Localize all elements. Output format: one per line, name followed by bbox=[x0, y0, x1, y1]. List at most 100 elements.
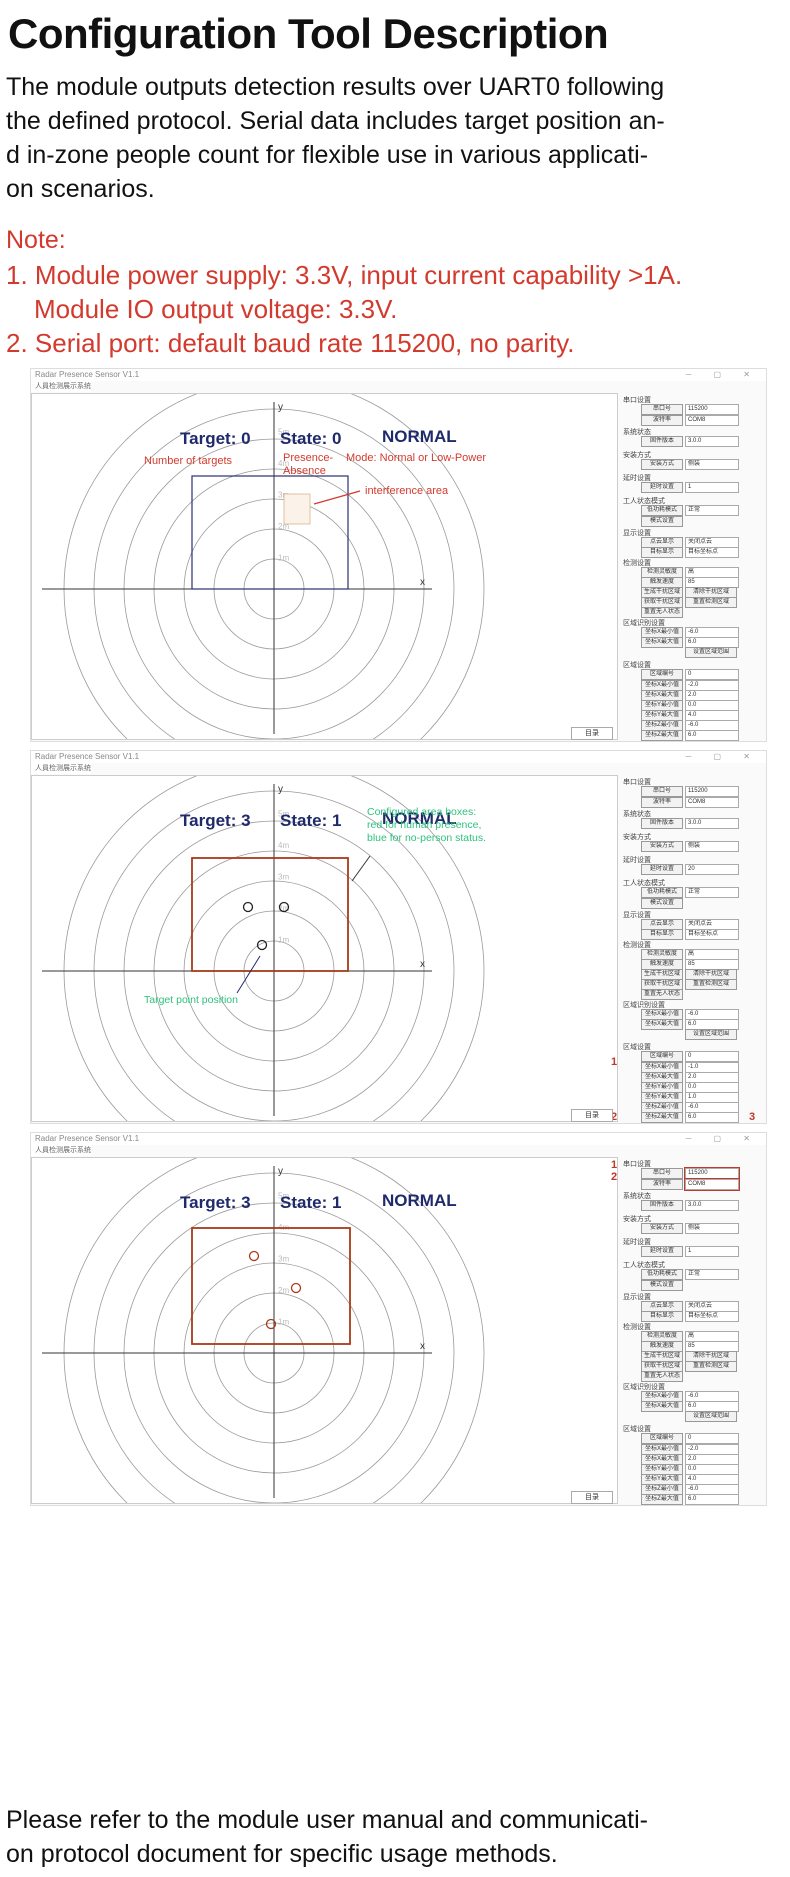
port-select[interactable]: COM8 bbox=[684, 1178, 740, 1191]
reset-detect-button[interactable]: 重置检测区域 bbox=[685, 597, 737, 608]
intro-line: d in-zone people count for flexible use … bbox=[6, 141, 649, 169]
port-select[interactable]: COM8 bbox=[685, 797, 739, 808]
mode-select[interactable]: 正常 bbox=[685, 887, 739, 898]
xmax-button[interactable]: 坐标X最大值 bbox=[641, 637, 683, 648]
window-titlebar: Radar Presence Sensor V1.1 ─ ▢ ✕ bbox=[31, 369, 766, 381]
zone-index-button[interactable]: 区域编号 bbox=[641, 669, 683, 680]
annotation-arrow bbox=[313, 490, 361, 505]
port-label-button[interactable]: 串口号 bbox=[641, 1168, 683, 1179]
outro-line: Please refer to the module user manual a… bbox=[6, 1806, 648, 1834]
target-show-select[interactable]: 目标坐标点 bbox=[685, 1311, 739, 1322]
mode-button[interactable]: 低功耗模式 bbox=[641, 887, 683, 898]
intro-paragraph: The module outputs detection results ove… bbox=[6, 70, 786, 206]
install-button[interactable]: 安装方式 bbox=[641, 459, 683, 470]
delay-input[interactable]: 1 bbox=[685, 1246, 739, 1257]
delay-button[interactable]: 延时设置 bbox=[641, 482, 683, 493]
window-controls[interactable]: ─ ▢ ✕ bbox=[686, 1133, 760, 1145]
zone-coord-button[interactable]: 坐标Z最大值 bbox=[641, 1112, 683, 1123]
target-show-button[interactable]: 目标显示 bbox=[641, 547, 683, 558]
zone-index-select[interactable]: 0 bbox=[685, 669, 739, 680]
intro-line: the defined protocol. Serial data includ… bbox=[6, 107, 665, 135]
delay-button[interactable]: 延时设置 bbox=[641, 864, 683, 875]
mode-select[interactable]: 正常 bbox=[685, 505, 739, 516]
zone-coord-input[interactable]: 6.0 bbox=[685, 1112, 739, 1123]
settings-panel: 串口设置 串口号 115200 波特率 COM8 系统状态 固件版本 3.0.0 安装方式 安装方… bbox=[621, 775, 766, 1123]
baud-select[interactable]: 115200 bbox=[685, 786, 739, 797]
ring-label: 1m bbox=[278, 1318, 289, 1327]
target-show-select[interactable]: 目标坐标点 bbox=[685, 929, 739, 940]
mode-button[interactable]: 低功耗模式 bbox=[641, 1269, 683, 1280]
reset-detect-button[interactable]: 重置检测区域 bbox=[685, 1361, 737, 1372]
mode-label: NORMAL bbox=[382, 427, 457, 446]
baud-select[interactable]: 115200 bbox=[684, 1167, 740, 1180]
menu-button[interactable]: 目录 bbox=[571, 1109, 613, 1122]
delay-button[interactable]: 延时设置 bbox=[641, 1246, 683, 1257]
target-point bbox=[242, 901, 254, 913]
set-zone-range-button[interactable]: 设置区域范围 bbox=[685, 1411, 737, 1422]
target-point bbox=[290, 1282, 302, 1294]
zone-coord-input[interactable]: 6.0 bbox=[685, 730, 739, 741]
reset-detect-button[interactable]: 重置检测区域 bbox=[685, 979, 737, 990]
tab-display[interactable]: 人員检测展示系统 bbox=[31, 1145, 91, 1156]
baud-select[interactable]: 115200 bbox=[685, 404, 739, 415]
reset-no-person-button[interactable]: 重置无人状态 bbox=[641, 1371, 683, 1382]
y-axis-label: y bbox=[278, 1166, 283, 1177]
xmax-button[interactable]: 坐标X最大值 bbox=[641, 1401, 683, 1412]
mode-button[interactable]: 低功耗模式 bbox=[641, 505, 683, 516]
annotation-area-boxes: blue for no-person status. bbox=[367, 832, 486, 844]
install-select[interactable]: 侧装 bbox=[685, 459, 739, 470]
version-button[interactable]: 固件版本 bbox=[641, 1200, 683, 1211]
step-marker: 1 bbox=[611, 1056, 618, 1068]
target-show-button[interactable]: 目标显示 bbox=[641, 1311, 683, 1322]
port-label-button[interactable]: 串口号 bbox=[641, 404, 683, 415]
set-zone-range-button[interactable]: 设置区域范围 bbox=[685, 1029, 737, 1040]
port-label-button[interactable]: 波特率 bbox=[641, 415, 683, 426]
menu-button[interactable]: 目录 bbox=[571, 1491, 613, 1504]
ring-label: 3m bbox=[278, 873, 289, 882]
mode-apply-button[interactable]: 模式设置 bbox=[641, 516, 683, 527]
window-controls[interactable]: ─ ▢ ✕ bbox=[686, 751, 760, 763]
zone-index-button[interactable]: 区域编号 bbox=[641, 1433, 683, 1444]
x-axis-label: x bbox=[420, 1341, 425, 1352]
menu-button[interactable]: 目录 bbox=[571, 727, 613, 740]
install-button[interactable]: 安装方式 bbox=[641, 1223, 683, 1234]
reset-no-person-button[interactable]: 重置无人状态 bbox=[641, 989, 683, 1000]
mode-apply-button[interactable]: 模式设置 bbox=[641, 898, 683, 909]
radar-plot-svg: 1m2m3m4m5mxyTarget: 3 State: 1 NORMALConfi… bbox=[42, 776, 486, 1121]
zone-coord-button[interactable]: 坐标Z最大值 bbox=[641, 1494, 683, 1505]
tab-display[interactable]: 人員检测展示系统 bbox=[31, 381, 91, 392]
state-value: State: 0 bbox=[280, 429, 341, 448]
config-tool-screenshot-2: Radar Presence Sensor V1.1 ─ ▢ ✕ 人員检测展示系… bbox=[30, 750, 767, 1124]
set-zone-range-button[interactable]: 设置区域范围 bbox=[685, 647, 737, 658]
target-show-button[interactable]: 目标显示 bbox=[641, 929, 683, 940]
target-show-select[interactable]: 目标坐标点 bbox=[685, 547, 739, 558]
install-button[interactable]: 安装方式 bbox=[641, 841, 683, 852]
zone-index-select[interactable]: 0 bbox=[685, 1051, 739, 1062]
port-label-button[interactable]: 波特率 bbox=[641, 797, 683, 808]
delay-input[interactable]: 1 bbox=[685, 482, 739, 493]
port-label-button[interactable]: 串口号 bbox=[641, 786, 683, 797]
delay-input[interactable]: 20 bbox=[685, 864, 739, 875]
annotation-area-boxes: Configured area boxes: bbox=[367, 806, 476, 818]
mode-apply-button[interactable]: 模式设置 bbox=[641, 1280, 683, 1291]
zone-index-button[interactable]: 区域编号 bbox=[641, 1051, 683, 1062]
settings-panel: 串口设置 串口号 115200 波特率 COM8 系统状态 固件版本 3.0.0 安装方式 安装方… bbox=[621, 393, 766, 741]
tab-display[interactable]: 人員检测展示系统 bbox=[31, 763, 91, 774]
mode-select[interactable]: 正常 bbox=[685, 1269, 739, 1280]
version-button[interactable]: 固件版本 bbox=[641, 818, 683, 829]
reset-no-person-button[interactable]: 重置无人状态 bbox=[641, 607, 683, 618]
port-label-button[interactable]: 波特率 bbox=[641, 1179, 683, 1190]
xmax-button[interactable]: 坐标X最大值 bbox=[641, 1019, 683, 1030]
install-select[interactable]: 侧装 bbox=[685, 1223, 739, 1234]
zone-index-select[interactable]: 0 bbox=[685, 1433, 739, 1444]
mode-label: NORMAL bbox=[382, 1191, 457, 1210]
port-select[interactable]: COM8 bbox=[685, 415, 739, 426]
y-axis-label: y bbox=[278, 402, 283, 413]
window-controls[interactable]: ─ ▢ ✕ bbox=[686, 369, 760, 381]
version-button[interactable]: 固件版本 bbox=[641, 436, 683, 447]
radar-plot-svg: 1m2m3m4m5mxyTarget: 0 State: 0 NORMALNumbe… bbox=[42, 394, 486, 739]
window-titlebar: Radar Presence Sensor V1.1 ─ ▢ ✕ bbox=[31, 751, 766, 763]
install-select[interactable]: 侧装 bbox=[685, 841, 739, 852]
zone-coord-input[interactable]: 6.0 bbox=[685, 1494, 739, 1505]
zone-coord-button[interactable]: 坐标Z最大值 bbox=[641, 730, 683, 741]
